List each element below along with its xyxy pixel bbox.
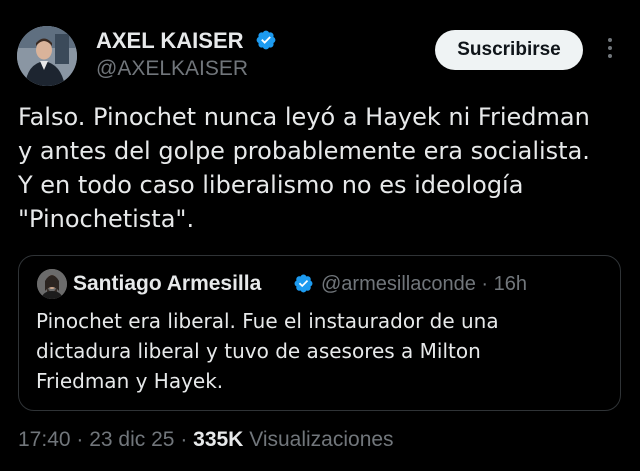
author-name[interactable]: AXEL KAISER bbox=[96, 28, 244, 54]
quoted-text-line: Friedman y Hayek. bbox=[36, 369, 224, 393]
views-count[interactable]: 335K bbox=[193, 428, 243, 451]
tweet-text-line: Y en todo caso liberalismo no es ideolog… bbox=[18, 171, 524, 199]
quoted-handle-time[interactable]: @armesillaconde · 16h bbox=[321, 273, 527, 296]
quoted-author-name[interactable]: Santiago Armesilla bbox=[73, 272, 261, 296]
tweet-text-line: Falso. Pinochet nunca leyó a Hayek ni Fr… bbox=[18, 103, 590, 131]
tweet-text-line: "Pinochetista". bbox=[18, 205, 195, 233]
tweet: AXEL KAISER @AXELKAISER Suscribirse Fals… bbox=[0, 0, 640, 471]
separator-dot: · bbox=[76, 428, 90, 451]
quoted-tweet-text: Pinochet era liberal. Fue el instaurador… bbox=[36, 306, 611, 396]
author-avatar[interactable] bbox=[17, 26, 77, 86]
separator-dot: · bbox=[180, 428, 194, 451]
tweet-date[interactable]: 23 dic 25 bbox=[89, 428, 174, 451]
subscribe-button[interactable]: Suscribirse bbox=[435, 30, 583, 70]
verified-badge-icon bbox=[294, 274, 313, 293]
quoted-tweet-card[interactable]: Santiago Armesilla @armesillaconde · 16h… bbox=[18, 255, 621, 411]
tweet-text: Falso. Pinochet nunca leyó a Hayek ni Fr… bbox=[18, 100, 628, 236]
verified-badge-icon bbox=[256, 30, 276, 50]
tweet-meta: 17:40 · 23 dic 25 · 335K Visualizaciones bbox=[18, 428, 394, 452]
quoted-text-line: Pinochet era liberal. Fue el instaurador… bbox=[36, 309, 499, 333]
tweet-text-line: y antes del golpe probablemente era soci… bbox=[18, 137, 590, 165]
more-vertical-icon[interactable] bbox=[600, 38, 620, 62]
views-label: Visualizaciones bbox=[249, 428, 394, 451]
author-handle[interactable]: @AXELKAISER bbox=[96, 57, 248, 81]
tweet-time[interactable]: 17:40 bbox=[18, 428, 71, 451]
quoted-text-line: dictadura liberal y tuvo de asesores a M… bbox=[36, 339, 481, 363]
quoted-author-avatar[interactable] bbox=[37, 269, 67, 299]
